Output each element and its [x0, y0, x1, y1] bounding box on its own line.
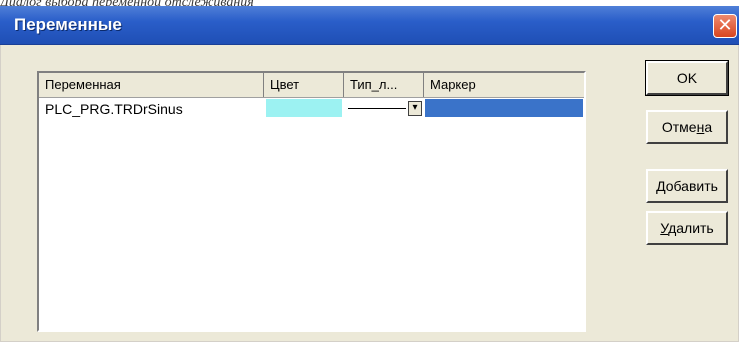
list-header: Переменная Цвет Тип_л... Маркер — [39, 73, 584, 98]
marker-cell[interactable] — [425, 99, 583, 117]
title-bar: Переменные ✕ — [0, 6, 739, 45]
color-swatch[interactable] — [266, 99, 342, 117]
column-header-color[interactable]: Цвет — [264, 73, 344, 97]
variable-name-cell[interactable]: PLC_PRG.TRDrSinus — [39, 98, 264, 120]
cancel-label-b: а — [704, 119, 713, 135]
add-button[interactable]: Добавить — [646, 169, 728, 203]
close-icon: ✕ — [717, 15, 733, 35]
delete-label-accel: У — [660, 220, 669, 236]
dialog-title: Переменные — [14, 15, 122, 34]
cancel-label-a: Отме — [661, 119, 697, 135]
add-label-b: обавить — [665, 178, 718, 194]
table-row[interactable]: PLC_PRG.TRDrSinus ▾ — [39, 98, 584, 120]
column-header-variable[interactable]: Переменная — [39, 73, 264, 97]
line-style-sample — [348, 108, 406, 109]
ok-button[interactable]: OK — [646, 61, 728, 95]
column-header-marker[interactable]: Маркер — [424, 73, 584, 97]
delete-button[interactable]: Удалить — [646, 211, 728, 245]
close-button[interactable]: ✕ — [713, 14, 737, 38]
chevron-down-icon[interactable]: ▾ — [408, 101, 422, 116]
line-type-select[interactable]: ▾ — [344, 98, 424, 120]
delete-label-b: далить — [668, 220, 714, 236]
variables-list[interactable]: Переменная Цвет Тип_л... Маркер PLC_PRG.… — [37, 71, 586, 332]
column-header-line-type[interactable]: Тип_л... — [344, 73, 424, 97]
cancel-button[interactable]: Отмена — [646, 110, 728, 144]
add-label-accel: Д — [656, 178, 666, 194]
variables-dialog: Переменные ✕ Переменная Цвет Тип_л... Ма… — [0, 6, 739, 342]
